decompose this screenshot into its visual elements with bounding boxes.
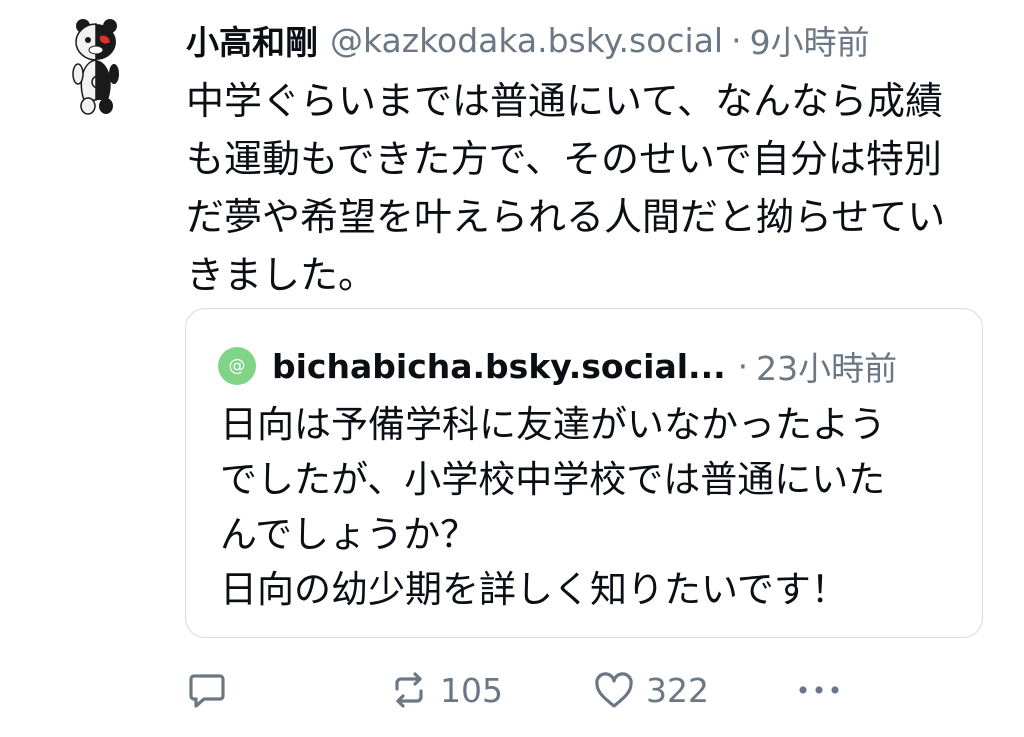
more-icon (799, 686, 839, 694)
at-icon: @ (228, 356, 246, 376)
post-header: 小高和剛 @kazkodaka.bsky.social · 9小時前 (186, 14, 996, 66)
quoted-post-header: @ bichabicha.bsky.social... · 23小時前 (218, 342, 897, 390)
reply-icon (189, 674, 225, 708)
author-avatar[interactable] (48, 14, 156, 122)
author-name[interactable]: 小高和剛 (186, 16, 318, 64)
like-count: 322 (646, 670, 709, 710)
post-timestamp[interactable]: 9小時前 (750, 16, 870, 64)
repost-count: 105 (440, 670, 503, 710)
repost-button[interactable]: 105 (388, 660, 503, 720)
quoted-post-text: 日向は予備学科に友達がいなかったよう でしたが、小学校中学校では普通にいた んで… (220, 403, 886, 611)
heart-icon (595, 672, 633, 708)
monokuma-avatar-icon (48, 14, 156, 122)
quoted-post[interactable]: @ bichabicha.bsky.social... · 23小時前 日向は予… (185, 308, 983, 638)
more-options-button[interactable] (796, 660, 842, 720)
like-button[interactable]: 322 (592, 660, 709, 720)
post-action-bar: 105 322 (0, 660, 1024, 720)
post-text: 中学ぐらいまでは普通にいて、なんなら成績 も運動もできた方で、そのせいで自分は特… (186, 79, 946, 297)
reply-button[interactable] (186, 660, 228, 720)
repost-icon (395, 672, 423, 708)
quoted-author-handle[interactable]: bichabicha.bsky.social... (272, 347, 726, 386)
header-separator: · (731, 20, 742, 60)
quoted-header-separator: · (737, 346, 749, 386)
quoted-post-timestamp[interactable]: 23小時前 (756, 342, 897, 390)
quoted-author-avatar[interactable]: @ (218, 347, 256, 385)
author-handle[interactable]: @kazkodaka.bsky.social (330, 21, 723, 60)
